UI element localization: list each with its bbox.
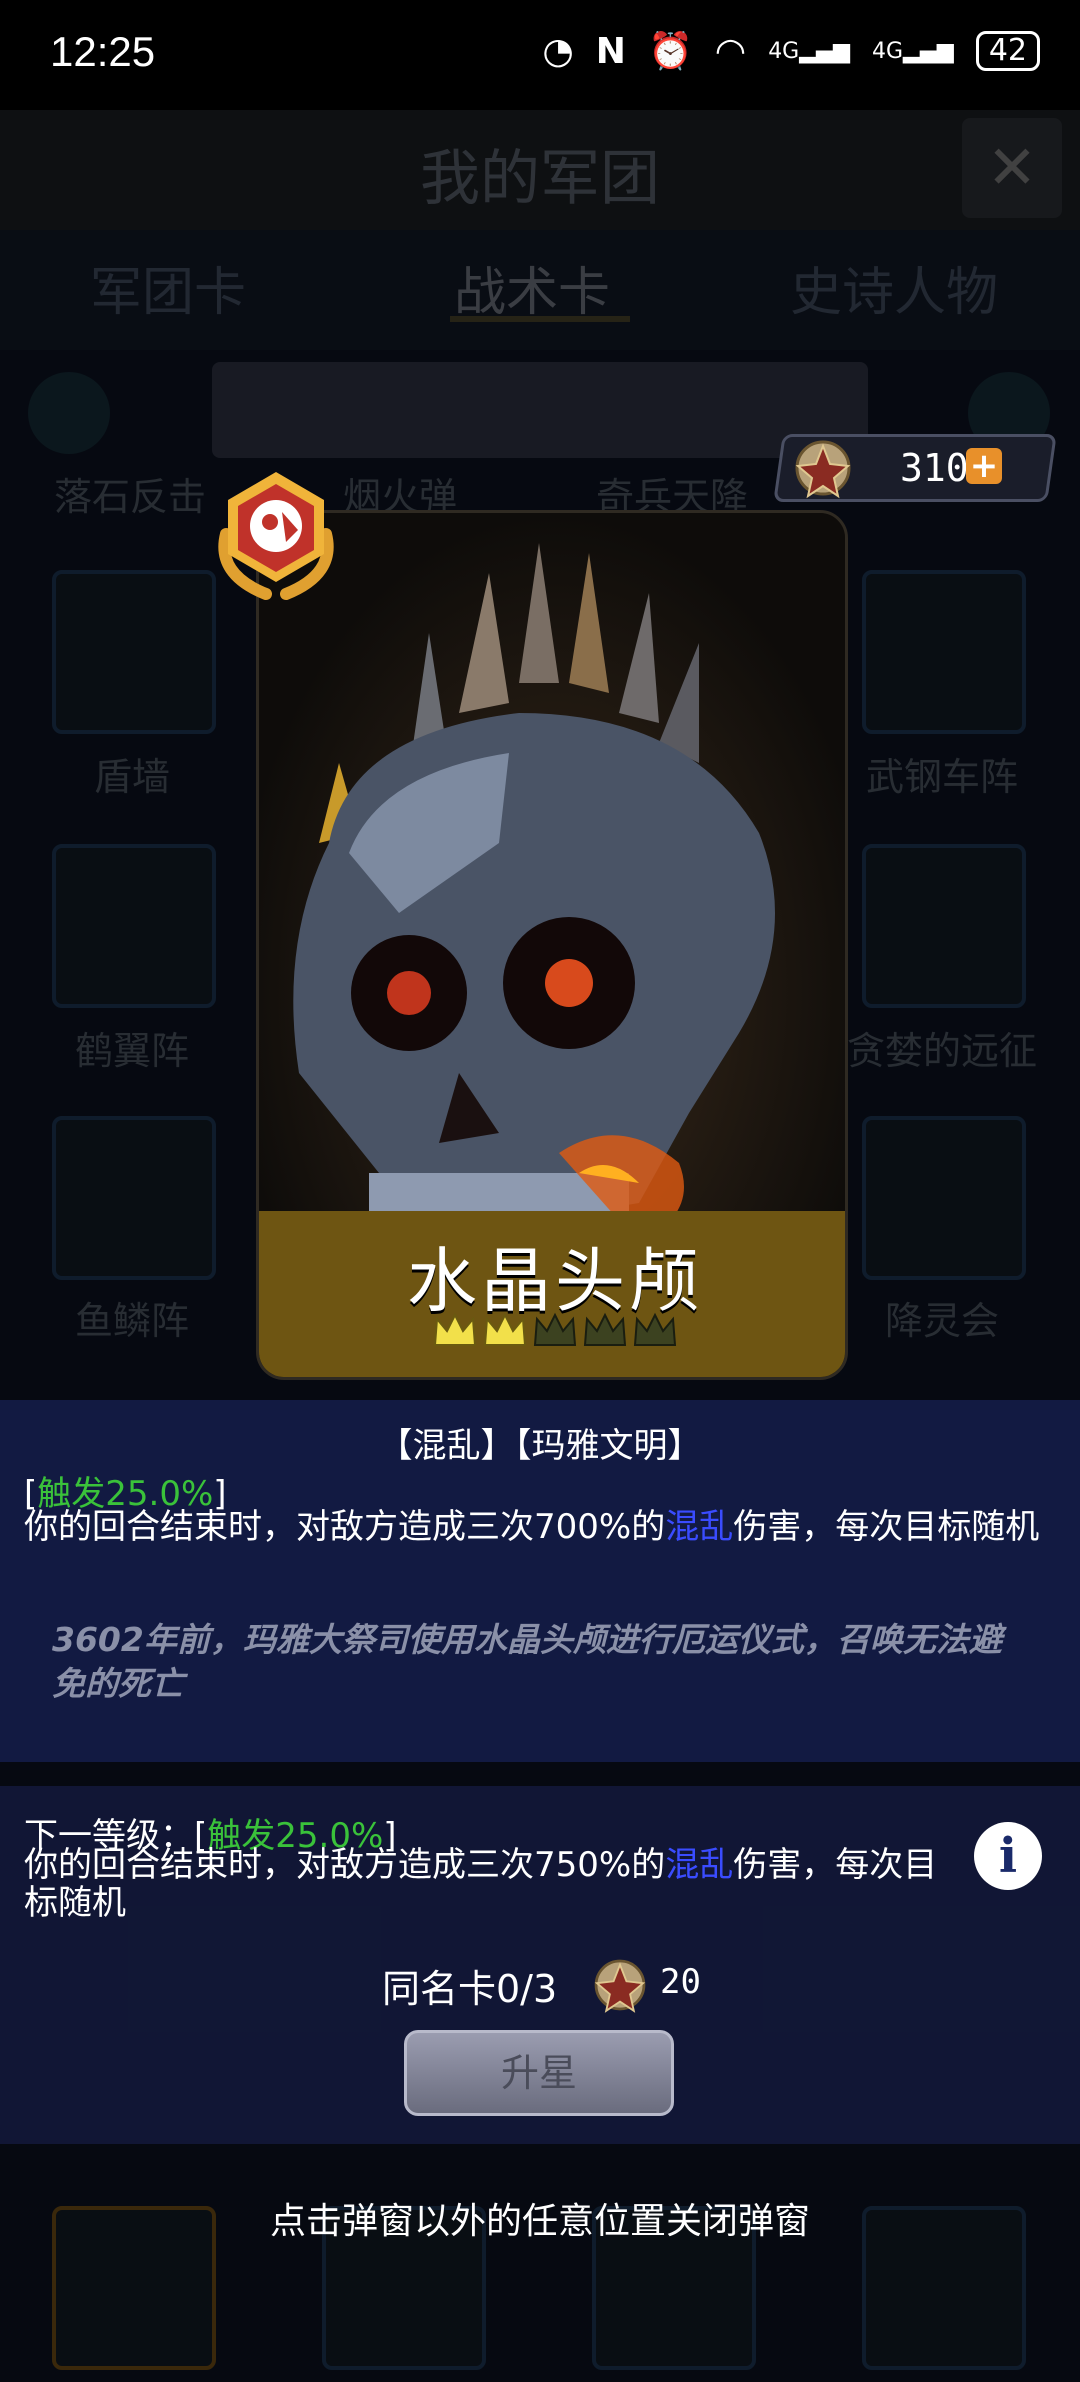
speed-icon: ◔ <box>542 30 574 72</box>
star-rating <box>431 1305 681 1365</box>
add-currency-button[interactable]: + <box>966 448 1002 484</box>
status-icons: ◔ N ⏰ ◠ 4G▂▄▆ 4G▂▄▆ 42 <box>542 30 1040 72</box>
close-hint: 点击弹窗以外的任意位置关闭弹窗 <box>269 2201 810 2242</box>
rank-laurel-badge-icon <box>218 472 334 600</box>
alarm-icon: ⏰ <box>647 31 693 72</box>
nfc-icon: N <box>595 30 626 72</box>
next-level-description: 你的回合结束时，对敌方造成三次750%的混乱伤害，每次目标随机 <box>24 1845 938 1923</box>
crown-filled-icon <box>483 1312 527 1346</box>
army-emblem-icon <box>594 1959 646 2013</box>
crown-empty-icon <box>533 1312 577 1346</box>
battery-icon: 42 <box>975 31 1040 71</box>
lore-text: 3602年前，玛雅大祭司使用水晶头颅进行厄运仪式，召唤无法避免的死亡 <box>52 1620 1002 1703</box>
info-icon[interactable]: i <box>974 1822 1042 1890</box>
signal-icon-2: 4G▂▄▆ <box>872 38 954 64</box>
crown-empty-icon <box>633 1312 677 1346</box>
currency-value: 310 <box>900 446 969 490</box>
duplicate-card-row: 同名卡0/3 20 <box>0 1944 1080 2024</box>
tactic-card: 水晶头颅 <box>256 510 848 1380</box>
status-time: 12:25 <box>50 28 156 75</box>
card-tags: 【混乱】【玛雅文明】 <box>378 1426 702 1466</box>
effect-description: 你的回合结束时，对敌方造成三次700%的混乱伤害，每次目标随机 <box>24 1507 1040 1547</box>
upgrade-star-button[interactable]: 升星 <box>404 2030 674 2116</box>
status-bar: 12:25 ◔ N ⏰ ◠ 4G▂▄▆ 4G▂▄▆ 42 <box>0 0 1080 110</box>
upgrade-cost: 20 <box>660 1962 701 2002</box>
signal-icon-1: 4G▂▄▆ <box>768 38 850 64</box>
duplicate-card-count: 同名卡0/3 <box>382 1967 558 2011</box>
crown-empty-icon <box>583 1312 627 1346</box>
wifi-icon: ◠ <box>714 30 747 72</box>
army-emblem-icon <box>795 440 851 499</box>
crown-filled-icon <box>433 1312 477 1346</box>
